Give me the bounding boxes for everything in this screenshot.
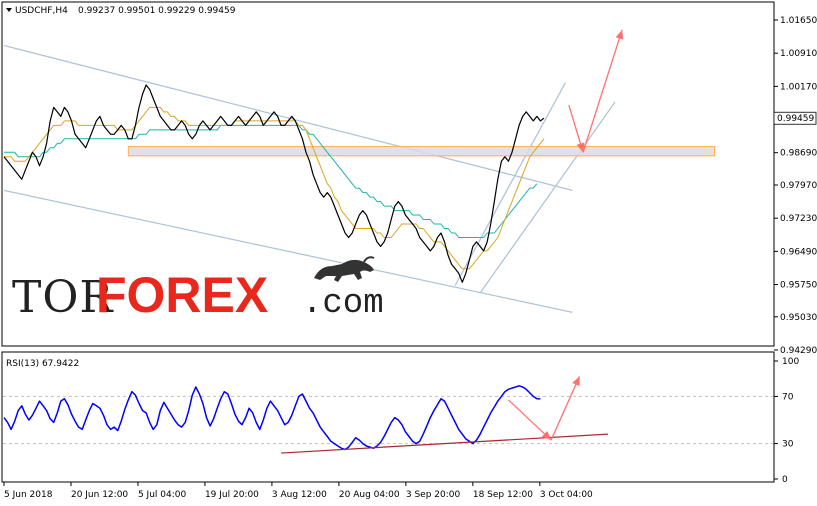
time-tick-label: 3 Oct 04:00 bbox=[540, 490, 593, 500]
rsi-label: RSI(13) 67.9422 bbox=[6, 359, 79, 369]
symbol-label: USDCHF,H4 bbox=[15, 6, 68, 16]
price-tick-label: 0.97970 bbox=[780, 181, 817, 191]
logo-text-com: .com bbox=[302, 285, 384, 323]
rsi-panel-frame bbox=[1, 351, 775, 483]
time-tick-label: 5 Jul 04:00 bbox=[138, 490, 187, 500]
time-tick-label: 3 Sep 20:00 bbox=[406, 490, 461, 500]
price-tick-label: 0.95030 bbox=[780, 313, 817, 323]
current-price-label: 0.99459 bbox=[777, 114, 814, 124]
chart-svg: 1.01650 1.00910 1.00170 0.98690 0.97970 0.972… bbox=[1, 1, 817, 500]
rsi-tick-label: 100 bbox=[782, 357, 799, 367]
logo-text-forex: FOREX bbox=[96, 267, 268, 323]
time-tick-label: 20 Aug 04:00 bbox=[339, 490, 400, 500]
price-tick-label: 0.96490 bbox=[780, 247, 817, 257]
price-tick-label: 0.98690 bbox=[780, 149, 817, 159]
time-axis: 5 Jun 2018 20 Jun 12:00 5 Jul 04:00 19 Jul … bbox=[3, 482, 593, 500]
rsi-tick-label: 0 bbox=[782, 475, 788, 485]
rsi-tick-label: 30 bbox=[782, 440, 794, 450]
price-tick-label: 0.94290 bbox=[780, 346, 817, 356]
price-tick-label: 1.00170 bbox=[780, 82, 817, 92]
time-tick-label: 19 Jul 20:00 bbox=[205, 490, 259, 500]
resistance-zone bbox=[127, 145, 716, 157]
time-tick-label: 5 Jun 2018 bbox=[4, 490, 53, 500]
price-tick-label: 0.97230 bbox=[780, 214, 817, 224]
price-tick-label: 0.95750 bbox=[780, 281, 817, 291]
time-tick-label: 20 Jun 12:00 bbox=[71, 490, 128, 500]
time-tick-label: 3 Aug 12:00 bbox=[272, 490, 327, 500]
price-axis: 1.01650 1.00910 1.00170 0.98690 0.97970 0.972… bbox=[774, 16, 817, 356]
rsi-axis: 100 70 30 0 bbox=[774, 357, 799, 485]
ohlc-values: 0.99237 0.99501 0.99229 0.99459 bbox=[78, 6, 236, 16]
time-tick-label: 18 Sep 12:00 bbox=[473, 490, 533, 500]
price-tick-label: 1.01650 bbox=[780, 16, 817, 26]
rsi-tick-label: 70 bbox=[782, 392, 794, 402]
price-tick-label: 1.00910 bbox=[780, 49, 817, 59]
